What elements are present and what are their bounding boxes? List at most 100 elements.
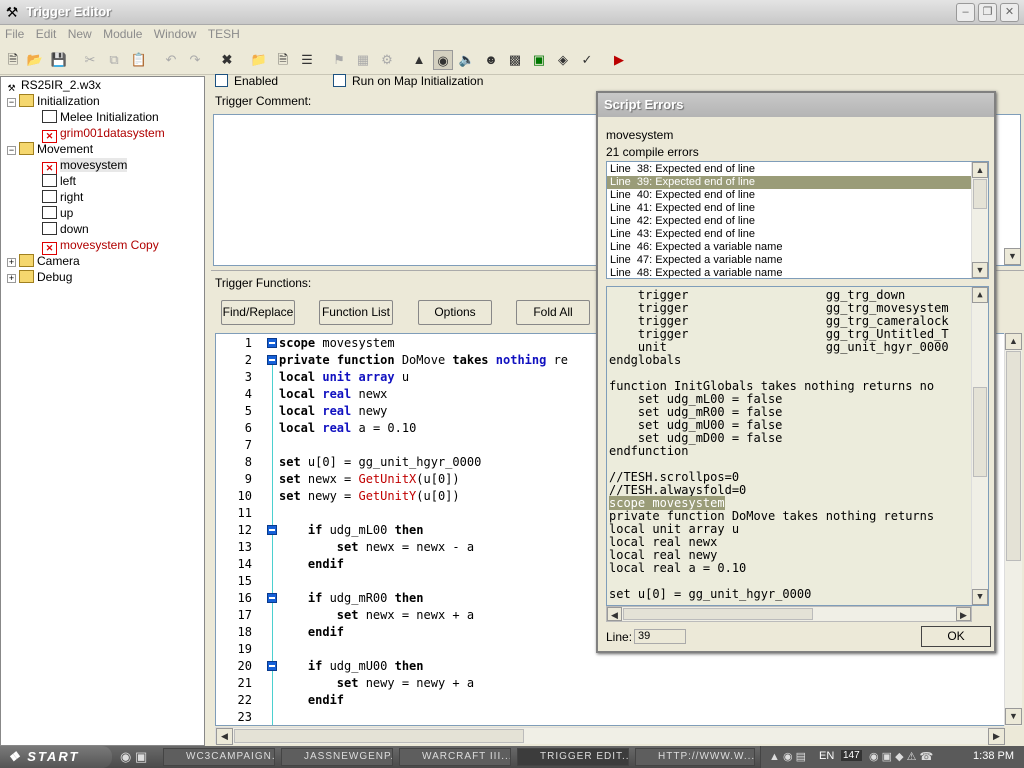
ai-editor-icon[interactable]: ☻ [481,50,501,70]
code-line[interactable]: local real a = 0.10 [279,420,416,437]
hscroll-thumb[interactable] [234,729,524,743]
code-line[interactable]: local real newx [279,386,387,403]
options-button[interactable]: Options [418,300,492,325]
fold-toggle-icon[interactable] [267,593,277,603]
new-action-icon[interactable]: ⚙ [377,50,397,70]
tree-item-melee-initialization[interactable]: Melee Initialization [42,109,159,125]
error-list-item[interactable]: Line 38: Expected end of line [607,163,971,176]
source-vscrollbar[interactable]: ▲ ▼ [971,287,988,605]
new-comment-icon[interactable]: ☰ [297,50,317,70]
test-map-icon[interactable]: ▶ [609,50,629,70]
enabled-checkbox[interactable] [215,74,228,87]
code-line[interactable]: if udg_mL00 then [279,522,424,539]
cut-icon[interactable]: ✂ [80,50,100,70]
error-list-item[interactable]: Line 39: Expected end of line [607,176,971,189]
code-line[interactable]: endif [279,624,344,641]
tree-item-down[interactable]: down [42,221,89,237]
code-line[interactable]: set newx = newx - a [279,539,474,556]
pane-splitter[interactable] [205,76,211,746]
code-line[interactable]: set newy = newy + a [279,675,474,692]
ok-button[interactable]: OK [921,626,991,647]
hscroll-thumb[interactable] [623,608,813,620]
code-vertical-scrollbar[interactable]: ▲ ▼ [1004,333,1022,726]
new-category-icon[interactable]: 📁 [249,50,269,70]
error-list-item[interactable]: Line 47: Expected a variable name [607,254,971,267]
tree-item-debug[interactable]: + Debug [7,269,72,285]
trigger-editor-icon[interactable]: ⚒ [4,4,20,20]
unit-editor-icon[interactable]: ◉ [433,50,453,70]
paste-icon[interactable]: 📋 [129,50,149,70]
redo-icon[interactable]: ↷ [185,50,205,70]
code-horizontal-scrollbar[interactable]: ◀ ▶ [215,727,1005,745]
menu-file[interactable]: File [0,25,27,41]
source-hscrollbar[interactable]: ◀ ▶ [606,606,972,622]
scroll-thumb[interactable] [1006,351,1021,561]
task-warcraft[interactable]: WARCRAFT III... [399,748,511,766]
task-wc3campaign[interactable]: WC3CAMPAIGN... [163,748,275,766]
scroll-down-arrow[interactable]: ▼ [972,262,988,278]
run-on-init-checkbox-row[interactable]: Run on Map Initialization [333,74,483,88]
close-button[interactable]: ✕ [1000,3,1019,22]
firefox-icon[interactable]: ◉ [120,749,131,764]
menu-new[interactable]: New [63,25,95,41]
delete-icon[interactable]: ✖ [217,50,237,70]
error-list[interactable]: Line 38: Expected end of line Line 39: Ex… [606,161,989,279]
new-trigger-icon[interactable]: 🗎 [273,50,293,70]
tree-root[interactable]: ⚒ RS25IR_2.w3x [5,77,101,93]
code-line[interactable]: endif [279,556,344,573]
error-list-item[interactable]: Line 46: Expected a variable name [607,241,971,254]
scroll-left-arrow[interactable]: ◀ [216,728,233,745]
code-line[interactable]: scope movesystem [279,335,395,352]
scroll-down-arrow[interactable]: ▼ [972,589,988,605]
language-indicator[interactable]: EN [819,750,834,762]
script-source-view[interactable]: trigger gg_trg_down trigger gg_trg_moves… [606,286,989,606]
object-editor-icon[interactable]: ▩ [505,50,525,70]
tree-item-camera[interactable]: + Camera [7,253,80,269]
error-list-scrollbar[interactable]: ▲ ▼ [971,162,988,278]
collapse-icon[interactable]: − [7,98,16,107]
tree-item-left[interactable]: left [42,173,76,189]
fold-toggle-icon[interactable] [267,355,277,365]
open-icon[interactable]: 📂 [25,50,45,70]
scroll-thumb[interactable] [973,179,987,209]
enabled-checkbox-row[interactable]: Enabled [215,74,278,88]
fold-toggle-icon[interactable] [267,661,277,671]
fold-toggle-icon[interactable] [267,525,277,535]
error-list-item[interactable]: Line 42: Expected end of line [607,215,971,228]
code-line[interactable]: set u[0] = gg_unit_hgyr_0000 [279,454,481,471]
run-on-init-checkbox[interactable] [333,74,346,87]
tree-item-movesystem-copy[interactable]: ✕ movesystem Copy [42,237,159,255]
expand-icon[interactable]: + [7,274,16,283]
task-trigger-editor[interactable]: TRIGGER EDIT... [517,748,629,766]
save-icon[interactable]: 💾 [49,50,69,70]
tree-item-grim001datasystem[interactable]: ✕ grim001datasystem [42,125,165,143]
comment-scroll-down[interactable]: ▼ [1004,248,1021,265]
import-manager-icon[interactable]: ◈ [553,50,573,70]
menu-edit[interactable]: Edit [31,25,60,41]
code-line[interactable]: if udg_mR00 then [279,590,424,607]
find-replace-button[interactable]: Find/Replace [221,300,295,325]
expand-icon[interactable]: + [7,258,16,267]
code-line[interactable]: local unit array u [279,369,409,386]
copy-icon[interactable]: ⧉ [104,50,124,70]
menu-module[interactable]: Module [98,25,145,41]
tree-item-movesystem[interactable]: ✕ movesystem [42,157,128,175]
scroll-up-arrow[interactable]: ▲ [972,162,988,178]
scroll-up-arrow[interactable]: ▲ [972,287,988,303]
campaign-editor-icon[interactable]: ▣ [529,50,549,70]
sound-editor-icon[interactable]: 🔈 [457,50,477,70]
scroll-thumb[interactable] [973,387,987,477]
object-manager-icon[interactable]: ✓ [577,50,597,70]
code-line[interactable]: private function DoMove takes nothing re [279,352,568,369]
tree-item-up[interactable]: up [42,205,73,221]
error-list-item[interactable]: Line 41: Expected end of line [607,202,971,215]
start-button[interactable]: ❖ START [0,746,112,768]
browser-icon[interactable]: ▣ [135,749,147,764]
tree-item-right[interactable]: right [42,189,83,205]
code-line[interactable]: set newx = GetUnitX(u[0]) [279,471,460,488]
scroll-right-arrow[interactable]: ▶ [988,728,1005,745]
code-line[interactable]: endif [279,692,344,709]
error-list-item[interactable]: Line 43: Expected end of line [607,228,971,241]
scroll-up-arrow[interactable]: ▲ [1005,333,1022,350]
menu-tesh[interactable]: TESH [203,25,243,41]
